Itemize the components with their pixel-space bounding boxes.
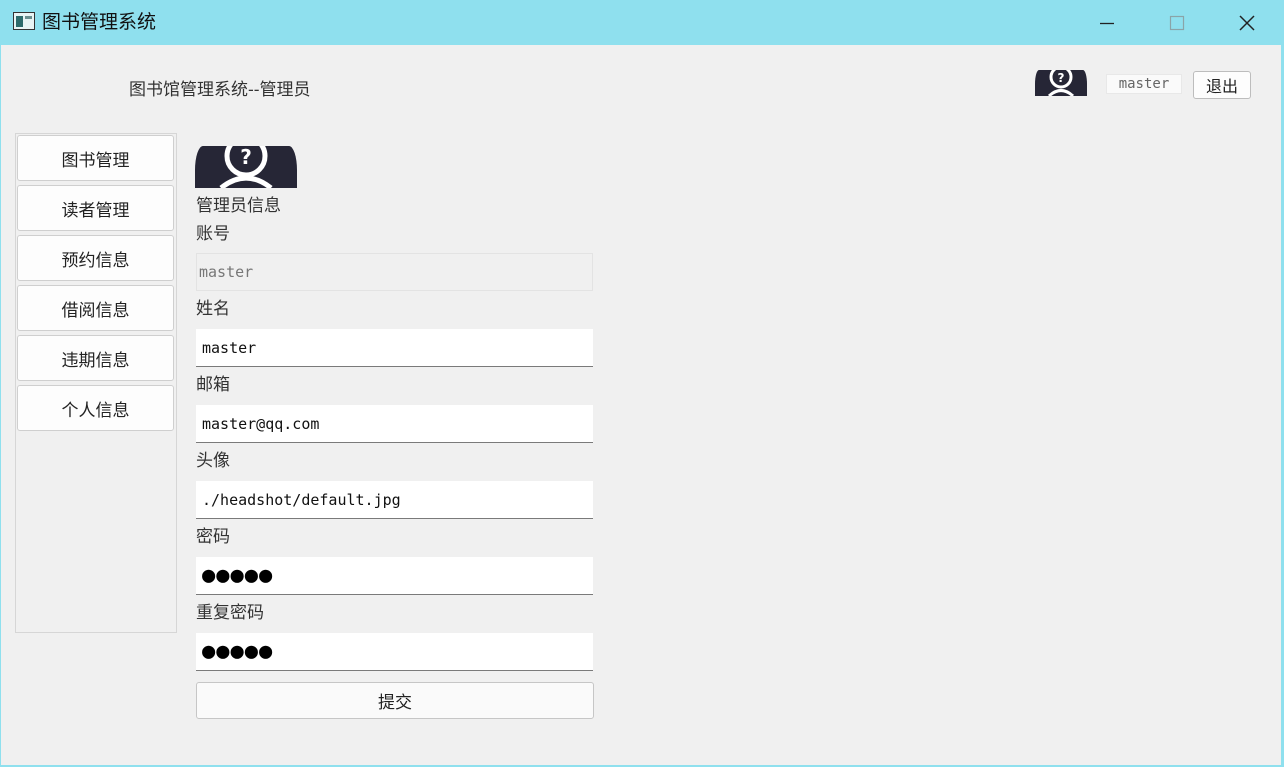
window-titlebar[interactable]: 图书管理系统 (0, 0, 1284, 45)
current-user-label: master (1106, 74, 1182, 94)
password-label: 密码 (196, 527, 230, 547)
maximize-button[interactable] (1147, 0, 1207, 45)
profile-avatar: ? (195, 146, 297, 188)
close-button[interactable] (1217, 0, 1277, 45)
sidebar-item-overdue[interactable]: 违期信息 (17, 335, 174, 381)
svg-text:?: ? (1058, 71, 1065, 85)
repeat-password-label: 重复密码 (196, 603, 264, 623)
section-title: 管理员信息 (196, 196, 281, 216)
email-field[interactable] (196, 405, 593, 443)
window-title: 图书管理系统 (42, 11, 157, 33)
account-field (196, 253, 593, 291)
page-title: 图书馆管理系统--管理员 (129, 80, 311, 100)
account-label: 账号 (196, 224, 230, 244)
name-label: 姓名 (196, 299, 230, 319)
password-field[interactable] (196, 557, 593, 595)
minimize-icon (1100, 22, 1114, 24)
sidebar-item-borrowing[interactable]: 借阅信息 (17, 285, 174, 331)
app-icon (13, 12, 35, 30)
user-avatar: ? (1035, 70, 1087, 96)
avatar-placeholder-icon: ? (195, 146, 297, 188)
logout-button[interactable]: 退出 (1193, 71, 1251, 99)
main-window: 图书馆管理系统--管理员 ? master 退出 图书管理 读者管理 预约信息 … (1, 45, 1281, 765)
sidebar-item-personal-info[interactable]: 个人信息 (17, 385, 174, 431)
sidebar-item-book-management[interactable]: 图书管理 (17, 135, 174, 181)
sidebar-item-reader-management[interactable]: 读者管理 (17, 185, 174, 231)
repeat-password-field[interactable] (196, 633, 593, 671)
submit-button[interactable]: 提交 (196, 682, 594, 719)
minimize-button[interactable] (1077, 0, 1137, 45)
name-field[interactable] (196, 329, 593, 367)
close-icon (1239, 14, 1255, 31)
sidebar-item-reservations[interactable]: 预约信息 (17, 235, 174, 281)
avatar-placeholder-icon: ? (1035, 70, 1087, 96)
maximize-icon (1169, 15, 1185, 30)
sidebar-nav: 图书管理 读者管理 预约信息 借阅信息 违期信息 个人信息 (15, 133, 177, 633)
svg-text:?: ? (240, 146, 252, 169)
avatar-path-field[interactable] (196, 481, 593, 519)
email-label: 邮箱 (196, 375, 230, 395)
avatar-path-label: 头像 (196, 451, 230, 471)
